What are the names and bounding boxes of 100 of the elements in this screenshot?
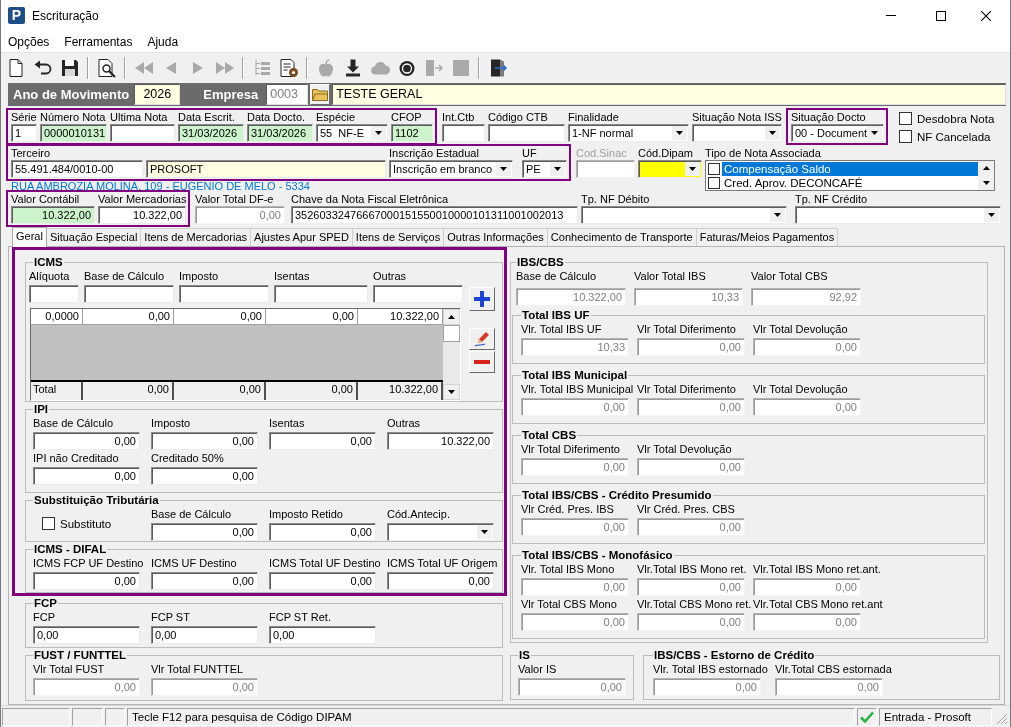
list-item[interactable]: Compensação Saldo xyxy=(722,162,978,176)
list-item[interactable]: Cred. Aprov. DECONCAFÉ xyxy=(722,176,978,190)
input-field[interactable]: 0,00 xyxy=(269,572,376,590)
dropdown-arrow-icon xyxy=(689,167,696,171)
input-field[interactable]: 0,00 xyxy=(151,523,258,541)
table-cell: 0,00 xyxy=(266,382,358,400)
checkbox-label: Substituto xyxy=(60,517,112,530)
field-label: Base de Cálculo xyxy=(33,416,114,430)
field-label: ICMS FCP UF Destino xyxy=(33,556,144,570)
page-magnifier-icon[interactable] xyxy=(96,57,117,78)
dropdown[interactable] xyxy=(581,206,787,224)
group-title: IBS/CBS - Estorno de Crédito xyxy=(653,648,816,662)
input-field[interactable]: 2026 xyxy=(134,84,181,105)
dropdown[interactable]: PE xyxy=(522,160,567,178)
field-label: Vlr. Total IBS Municipal xyxy=(521,382,634,396)
input-field[interactable]: 0000010131 xyxy=(40,124,107,142)
input-field[interactable]: 31/03/2026 xyxy=(178,124,244,142)
input-field[interactable]: 0,00 xyxy=(269,626,376,644)
input-field[interactable]: PROSOFT xyxy=(146,160,386,178)
field-label: Base de Cálculo xyxy=(516,269,597,283)
input-field[interactable] xyxy=(84,285,174,303)
input-field[interactable]: 0,00 xyxy=(151,432,258,450)
input-field[interactable]: 10.322,00 xyxy=(11,206,95,224)
input-field[interactable] xyxy=(29,285,79,303)
list-box[interactable]: Compensação Saldo Cred. Aprov. DECONCAFÉ xyxy=(705,160,995,191)
input-field[interactable]: 0,00 xyxy=(269,432,376,450)
field-label: Data Docto. xyxy=(247,111,306,124)
tab[interactable]: Faturas/Meios Pagamentos xyxy=(695,228,839,246)
dropdown[interactable]: 00 - Document xyxy=(791,124,884,142)
field-label: Cód.Antecip. xyxy=(387,507,450,521)
input-field[interactable]: 55.491.484/0010-00 xyxy=(11,160,143,178)
group-title: FUST / FUNTTEL xyxy=(33,648,127,662)
dropdown[interactable] xyxy=(795,206,1001,224)
close-icon[interactable] xyxy=(981,10,991,21)
tab[interactable]: Situação Especial xyxy=(45,228,142,246)
edit-button[interactable] xyxy=(469,328,495,350)
scrollbar[interactable] xyxy=(443,309,460,400)
up-arrow-icon xyxy=(448,315,455,319)
menu-item[interactable]: Ferramentas xyxy=(64,34,133,49)
plus-icon xyxy=(474,291,490,307)
dropdown[interactable]: 55 NF-E xyxy=(316,124,388,142)
field-label: Vlr.Total IBS Mono ret. xyxy=(637,562,747,576)
input-field[interactable]: 0,00 xyxy=(269,523,376,541)
input-field[interactable]: 0,00 xyxy=(33,432,140,450)
document-gear-icon[interactable] xyxy=(278,57,299,78)
menu-item[interactable]: Ajuda xyxy=(147,34,179,49)
input-field[interactable]: 0,00 xyxy=(33,572,140,590)
tab[interactable]: Ajustes Apur SPED xyxy=(250,228,353,246)
dropdown[interactable]: 1-NF normal xyxy=(568,124,689,142)
tab[interactable]: Geral xyxy=(12,227,47,247)
tab[interactable]: Outras Informações xyxy=(443,228,548,246)
input-field[interactable] xyxy=(274,285,368,303)
checkbox[interactable] xyxy=(708,177,720,189)
tab[interactable]: Conhecimento de Transporte xyxy=(546,228,697,246)
input-field[interactable]: 35260332476667000151550010000101311001002013 xyxy=(291,206,578,224)
group-title: Total IBS Municipal xyxy=(521,368,629,382)
input-field[interactable]: 31/03/2026 xyxy=(247,124,313,142)
scroll-thumb[interactable] xyxy=(443,325,460,342)
field-label: Vlr Créd. Pres. IBS xyxy=(521,502,614,516)
input-field[interactable]: 0,00 xyxy=(151,467,258,485)
field-label: Tipo de Nota Associada xyxy=(705,147,821,160)
input-field[interactable]: 0,00 xyxy=(33,626,140,644)
field-label: Empresa xyxy=(202,87,260,102)
input-field[interactable] xyxy=(373,285,463,303)
input-field[interactable]: 0,00 xyxy=(151,572,258,590)
field-label: Creditado 50% xyxy=(151,451,224,465)
folder-button[interactable] xyxy=(310,84,331,105)
input-field[interactable]: 0,00 xyxy=(33,467,140,485)
input-field[interactable]: 1 xyxy=(11,124,37,142)
checkbox[interactable] xyxy=(42,517,55,530)
checkbox[interactable] xyxy=(899,130,912,143)
input-field[interactable]: 1102 xyxy=(391,124,433,142)
input-field[interactable] xyxy=(442,124,485,142)
remove-button[interactable] xyxy=(469,351,495,373)
dropdown[interactable] xyxy=(387,523,494,541)
group-title: FCP xyxy=(33,596,58,610)
field-label: Base de Cálculo xyxy=(84,269,165,283)
checkbox[interactable] xyxy=(899,112,912,125)
field-label: Vlr Total Devolução xyxy=(753,322,848,336)
input-field[interactable]: 10.322,00 xyxy=(387,432,494,450)
input-field[interactable] xyxy=(488,124,565,142)
input-field[interactable]: TESTE GERAL xyxy=(332,84,1006,105)
maximize-icon[interactable] xyxy=(936,10,946,21)
dropdown[interactable] xyxy=(638,160,702,178)
group-title: Total IBS UF xyxy=(521,308,591,322)
menu-item[interactable]: Opções xyxy=(8,34,50,49)
add-button[interactable] xyxy=(469,287,495,311)
dropdown[interactable] xyxy=(692,124,782,142)
field-label: Situação Docto xyxy=(791,111,866,124)
input-field[interactable] xyxy=(179,285,269,303)
field-label: Imposto Retido xyxy=(269,507,343,521)
field-label: Chave da Nota Fiscal Eletrônica xyxy=(291,193,449,206)
tab[interactable]: Itens de Serviços xyxy=(351,228,445,246)
scrollbar[interactable] xyxy=(978,161,994,190)
input-field[interactable]: 0,00 xyxy=(151,626,258,644)
input-field[interactable]: 0,00 xyxy=(387,572,494,590)
dropdown[interactable]: Inscrição em branco xyxy=(389,160,513,178)
input-field[interactable]: 10.322,00 xyxy=(98,206,186,224)
input-field[interactable] xyxy=(110,124,175,142)
checkbox[interactable] xyxy=(708,163,720,175)
